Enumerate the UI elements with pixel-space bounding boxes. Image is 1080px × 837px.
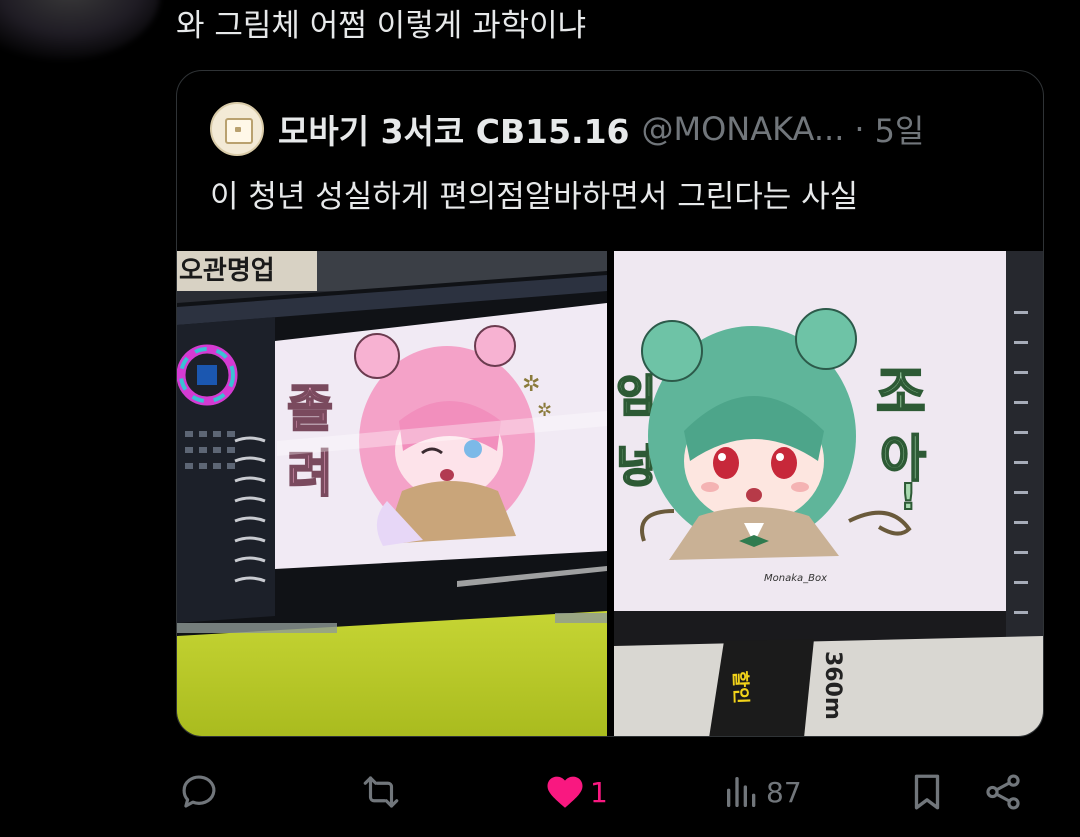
views-button[interactable]: 87: [722, 760, 802, 824]
svg-text:조: 조: [876, 361, 926, 424]
tweet-text: 와 그림체 어쩜 이렇게 과학이냐: [176, 8, 587, 44]
svg-text:✲: ✲: [522, 372, 540, 397]
svg-text:할인: 할인: [729, 670, 752, 704]
quoted-author-name[interactable]: 모바기 3서코 CB15.16: [278, 105, 630, 153]
author-avatar[interactable]: [0, 0, 160, 60]
bar-chart-icon: [727, 777, 756, 807]
retweet-arrows-icon: [363, 776, 399, 808]
quoted-tweet-time[interactable]: 5일: [875, 106, 925, 152]
bookmark-button[interactable]: [906, 760, 948, 824]
svg-text:Monaka_Box: Monaka_Box: [764, 573, 827, 584]
quoted-tweet-card[interactable]: 모바기 3서코 CB15.16 @MONAKA... · 5일 이 청년 성실하…: [176, 70, 1044, 737]
share-button[interactable]: [982, 760, 1024, 824]
tweet-action-bar: 1 87: [176, 760, 1044, 824]
heart-filled-icon: [547, 776, 583, 808]
quoted-tweet-media: 오관명업 졸 려 ✲ ✲ 조 아 ! 임 넝 Monaka_Box 할인 360…: [177, 251, 1043, 736]
svg-text:!: !: [900, 477, 916, 518]
bookmark-icon: [914, 774, 940, 810]
svg-text:졸: 졸: [287, 380, 333, 438]
like-button[interactable]: 1: [544, 760, 608, 824]
quoted-author-avatar[interactable]: [210, 102, 264, 156]
svg-text:오관명업: 오관명업: [179, 256, 275, 286]
quoted-tweet-text: 이 청년 성실하게 편의점알바하면서 그린다는 사실: [210, 179, 859, 215]
retweet-button[interactable]: [360, 760, 402, 824]
share-icon: [986, 774, 1020, 810]
photo-tablet-pink-character[interactable]: 오관명업 졸 려 ✲ ✲: [177, 251, 607, 736]
quoted-tweet-header: 모바기 3서코 CB15.16 @MONAKA... · 5일: [210, 101, 924, 157]
views-count: 87: [766, 775, 802, 809]
like-count: 1: [590, 775, 608, 809]
speech-bubble-icon: [182, 775, 216, 808]
separator-dot: ·: [854, 110, 865, 148]
photo-tablet-green-character[interactable]: 조 아 ! 임 넝 Monaka_Box 할인 360m: [614, 251, 1043, 736]
svg-text:360m: 360m: [820, 651, 845, 720]
quoted-author-handle[interactable]: @MONAKA...: [642, 110, 845, 148]
reply-button[interactable]: [178, 760, 220, 824]
